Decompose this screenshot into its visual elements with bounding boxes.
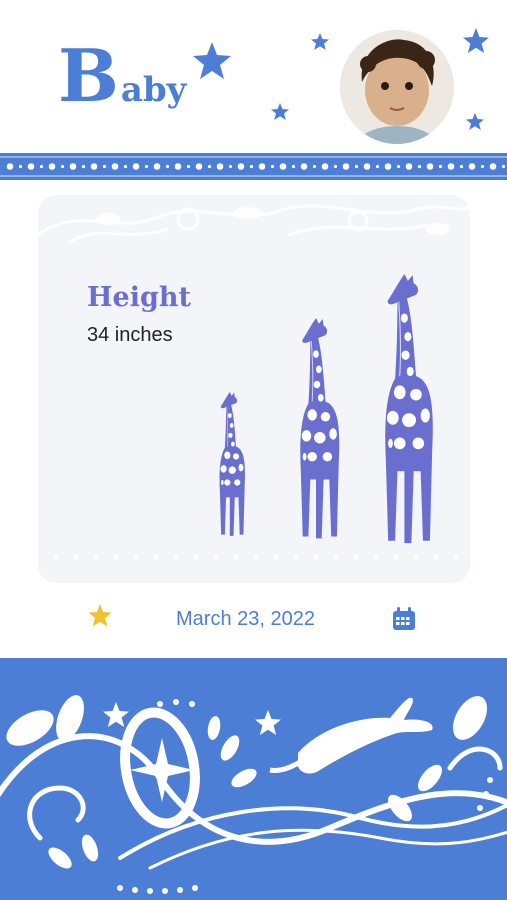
star-icon <box>103 702 129 727</box>
giraffe-large <box>384 273 434 544</box>
hare-icon <box>298 697 433 774</box>
giraffe-small <box>219 391 246 537</box>
card-dots <box>53 554 459 560</box>
dotted-border <box>0 156 507 177</box>
giraffe-medium <box>299 317 340 539</box>
folk-art-pattern <box>0 695 507 894</box>
baby-photo-icon <box>340 30 454 144</box>
star-icon <box>193 42 231 79</box>
card-ornament <box>38 204 470 245</box>
star-icon <box>466 113 484 130</box>
height-value: 34 inches <box>87 324 173 346</box>
footer-ornament <box>0 658 507 900</box>
avatar[interactable] <box>340 30 454 144</box>
giraffe-illustration <box>219 273 434 544</box>
star-icon <box>311 33 329 50</box>
sparkle-star-icon <box>130 738 194 802</box>
star-icon <box>271 103 289 120</box>
height-label: Height <box>87 282 191 313</box>
date-label[interactable]: March 23, 2022 <box>176 608 315 631</box>
star-icon <box>463 28 489 53</box>
star-icon <box>88 604 112 627</box>
star-icon <box>255 710 281 735</box>
calendar-icon[interactable] <box>391 606 417 632</box>
header-divider <box>0 153 507 180</box>
